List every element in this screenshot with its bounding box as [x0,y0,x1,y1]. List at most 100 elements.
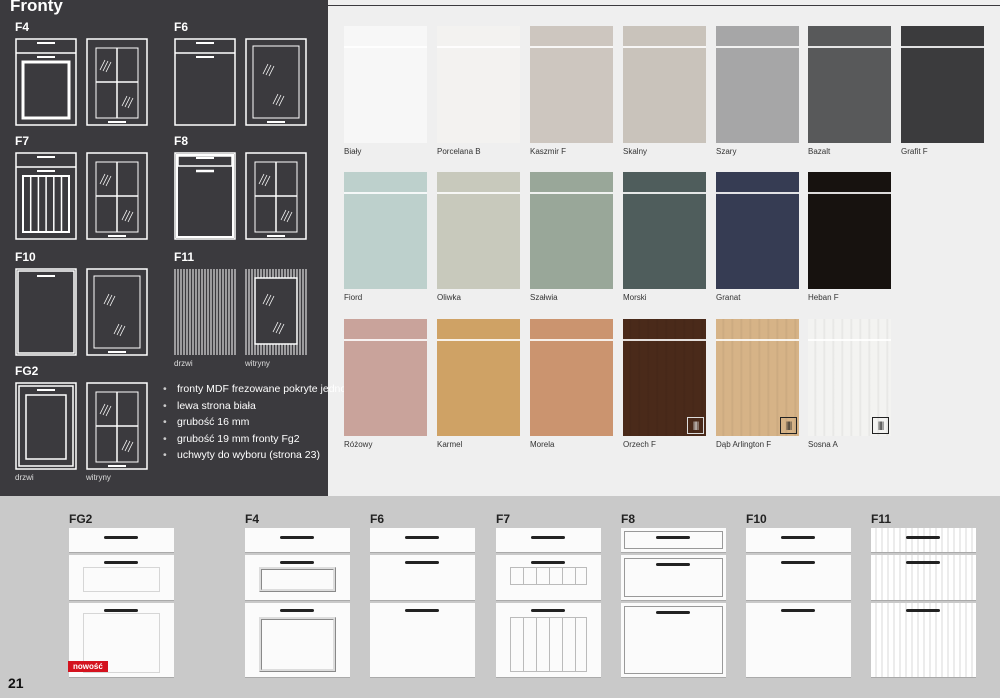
handle-icon [781,561,815,564]
color-swatch: Szary [716,26,799,156]
drawer-front [621,528,726,553]
swatch-name: Porcelana B [437,147,481,156]
color-swatch: Granat [716,172,799,302]
drawer-front [370,603,475,678]
handle-icon [280,536,314,539]
handle-icon [405,536,439,539]
swatch-name: Szałwia [530,293,558,302]
swatch-name: Szary [716,147,737,156]
handle-icon [656,536,690,539]
color-swatch: |||| Orzech F [623,319,706,449]
drawer-front [871,603,976,678]
front-code: F11 [174,250,195,264]
handle-icon [405,561,439,564]
cabinet-label: F6 [370,512,385,526]
swatch-name: Heban F [808,293,839,302]
swatch-name: Grafit F [901,147,928,156]
color-swatch: Porcelana B [437,26,520,156]
drawer-front [746,528,851,553]
front-code: F7 [15,134,30,148]
swatch-groove [623,192,706,194]
swatch-groove [716,192,799,194]
cabinet-label: F10 [746,512,767,526]
drawer-front [245,603,350,678]
color-swatch: Kaszmir F [530,26,613,156]
drawer-front [245,555,350,601]
handle-icon [104,609,138,612]
front-code: F10 [15,250,36,264]
drawer-front [370,555,475,601]
color-swatch: |||| Sosna A [808,319,891,449]
drawer-front [245,528,350,553]
door-diagram-icon [15,152,77,240]
cabinet-preview: F6 [370,512,475,678]
handle-icon [906,609,940,612]
swatch-name: Oliwka [437,293,462,302]
swatch-groove [530,192,613,194]
handle-icon [906,561,940,564]
swatch-groove [530,46,613,48]
new-badge: nowość [68,661,108,672]
drawer-front [496,555,601,601]
swatch-groove [623,339,706,341]
vitrine-caption: witryny [86,473,111,482]
cabinet-preview: F4 [245,512,350,678]
drawer-front [496,603,601,678]
swatch-name: Bazalt [808,147,831,156]
swatch-groove [437,46,520,48]
front-code: F4 [15,20,30,34]
drawer-front [69,528,174,553]
divider [76,5,1000,6]
drawer-front [871,555,976,601]
swatch-groove [808,192,891,194]
handle-icon [531,536,565,539]
cabinet-label: F4 [245,512,260,526]
door-diagram-icon [174,152,236,240]
vitrine-diagram-icon [245,38,307,126]
swatch-name: Dąb Arlington F [716,440,772,449]
color-swatch: Różowy [344,319,427,449]
color-swatch: Skalny [623,26,706,156]
vitrine-caption: witryny [245,359,270,368]
drawer-front [621,555,726,601]
color-swatch: Szałwia [530,172,613,302]
swatch-name: Fiord [344,293,363,302]
door-diagram-icon [15,268,77,356]
swatch-groove [344,339,427,341]
handle-icon [781,536,815,539]
cabinet-preview: F7 [496,512,601,678]
vitrine-diagram-icon [86,382,148,470]
swatch-name: Kaszmir F [530,147,566,156]
handle-icon [405,609,439,612]
cabinet-preview: F10 [746,512,851,678]
door-caption: drzwi [174,359,193,368]
drawer-front [746,603,851,678]
grain-direction-icon: |||| [872,417,889,434]
color-swatch: Bazalt [808,26,891,156]
door-diagram-icon [15,38,77,126]
color-swatch: Grafit F [901,26,984,156]
swatch-name: Morski [623,293,647,302]
front-code: F6 [174,20,189,34]
door-diagram-icon [174,38,236,126]
color-swatch: Biały [344,26,427,156]
handle-icon [531,609,565,612]
front-code: F8 [174,134,189,148]
vitrine-diagram-icon [86,268,148,356]
swatch-groove [808,339,891,341]
drawer-front [496,528,601,553]
color-swatch: Heban F [808,172,891,302]
handle-icon [656,611,690,614]
color-swatch: Oliwka [437,172,520,302]
handle-icon [280,609,314,612]
handle-icon [531,561,565,564]
door-caption: drzwi [15,473,34,482]
swatch-groove [716,46,799,48]
cabinet-label: F11 [871,512,892,526]
grain-direction-icon: |||| [687,417,704,434]
vitrine-diagram-icon [86,152,148,240]
swatch-groove [344,192,427,194]
door-diagram-icon [174,268,236,356]
drawer-front [370,528,475,553]
cabinet-preview: F8 [621,512,726,678]
